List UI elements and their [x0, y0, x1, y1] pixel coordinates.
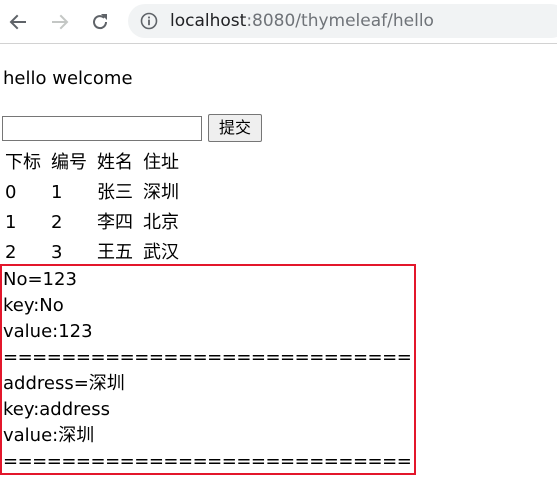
- cell-index: 2: [5, 242, 17, 263]
- map-pair-line: No=123: [3, 269, 77, 290]
- map-key-line: key:address: [3, 399, 110, 420]
- header-name: 姓名: [97, 152, 133, 173]
- table-row: 0 1 张三 深圳: [4, 179, 180, 207]
- cell-address: 北京: [143, 212, 179, 233]
- info-icon[interactable]: [140, 12, 158, 30]
- cell-name: 王五: [97, 242, 133, 263]
- text-input[interactable]: [2, 116, 202, 141]
- separator-line: ============================: [3, 347, 412, 368]
- cell-number: 3: [51, 242, 63, 263]
- table-row: 1 2 李四 北京: [4, 209, 180, 237]
- map-entries: No=123 key:No value:123 ================…: [3, 267, 414, 473]
- reload-button[interactable]: [86, 8, 114, 36]
- forward-button[interactable]: [46, 8, 74, 36]
- header-index: 下标: [5, 152, 41, 173]
- browser-toolbar: localhost:8080/thymeleaf/hello: [0, 0, 557, 44]
- cell-address: 深圳: [143, 182, 179, 203]
- submit-button[interactable]: 提交: [208, 114, 262, 142]
- reload-icon: [93, 14, 108, 30]
- separator-line: ============================: [3, 451, 412, 472]
- cell-number: 2: [51, 212, 63, 233]
- cell-index: 0: [5, 182, 17, 203]
- header-address: 住址: [143, 152, 179, 173]
- greeting-text: hello welcome: [3, 68, 133, 89]
- arrow-right-icon: [52, 14, 69, 30]
- page-content: hello welcome 提交 下标 编号 姓名 住址 0 1 张三 深圳 1…: [0, 44, 557, 484]
- cell-address: 武汉: [143, 242, 179, 263]
- address-bar[interactable]: localhost:8080/thymeleaf/hello: [128, 4, 557, 38]
- cell-number: 1: [51, 182, 63, 203]
- map-pair-line: address=深圳: [3, 373, 125, 394]
- map-value-line: value:123: [3, 321, 93, 342]
- user-table: 下标 编号 姓名 住址 0 1 张三 深圳 1 2 李四 北京 2 3 王五 武…: [2, 147, 182, 269]
- arrow-left-icon: [9, 14, 26, 30]
- url-host: localhost: [170, 11, 247, 31]
- header-number: 编号: [51, 152, 87, 173]
- cell-name: 张三: [97, 182, 133, 203]
- back-button[interactable]: [4, 8, 32, 36]
- cell-name: 李四: [97, 212, 133, 233]
- table-row: 2 3 王五 武汉: [4, 239, 180, 267]
- map-entries-highlight: No=123 key:No value:123 ================…: [0, 264, 416, 475]
- map-key-line: key:No: [3, 295, 64, 316]
- map-value-line: value:深圳: [3, 425, 95, 446]
- url-text[interactable]: localhost:8080/thymeleaf/hello: [170, 11, 434, 31]
- cell-index: 1: [5, 212, 17, 233]
- table-header-row: 下标 编号 姓名 住址: [4, 149, 180, 177]
- url-path: :8080/thymeleaf/hello: [246, 11, 434, 31]
